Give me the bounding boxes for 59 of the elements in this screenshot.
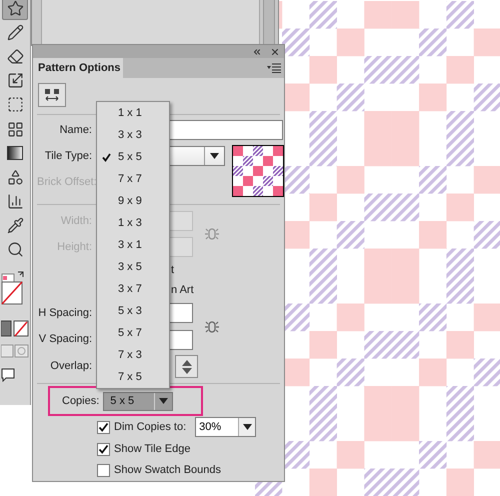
menu-item[interactable]: 1 x 1 [97, 102, 169, 124]
check-icon [98, 422, 109, 432]
star-icon [6, 0, 24, 17]
collapse-icon[interactable] [252, 46, 262, 56]
menu-item[interactable]: 5 x 7 [97, 322, 169, 344]
shapes-icon [6, 168, 24, 186]
field-label: Tile Type: [44, 148, 92, 164]
bar-chart-icon [6, 193, 24, 210]
field-label: H Spacing: [37, 306, 92, 321]
color-mode-icon [1, 320, 29, 338]
up-down-icon [182, 360, 192, 374]
field-label: V Spacing: [38, 332, 92, 348]
dim-percent-dropdown[interactable]: 30% [195, 417, 256, 437]
swatch-preview [232, 145, 284, 197]
gradient-icon [7, 146, 23, 160]
tile-edit-icon [43, 88, 61, 102]
menu-item[interactable]: 5 x 5 [97, 146, 169, 168]
overlap-button[interactable] [175, 355, 198, 378]
checkbox[interactable] [97, 464, 110, 477]
menu-item[interactable]: 3 x 3 [97, 124, 169, 146]
menu-item[interactable]: 7 x 5 [97, 366, 169, 388]
menu-item[interactable]: 7 x 7 [97, 168, 169, 190]
tool-button[interactable] [2, 0, 28, 20]
checkbox-label: Show Tile Edge [114, 442, 190, 458]
check-icon [98, 444, 109, 455]
link-icon [204, 226, 220, 242]
checkbox-label: Dim Copies to: [114, 420, 186, 435]
tile-tool-button[interactable] [38, 83, 66, 107]
close-icon[interactable] [270, 46, 280, 56]
checkbox-label: Show Swatch Bounds [114, 463, 222, 478]
grid-icon [6, 120, 24, 138]
scale-icon [6, 72, 24, 90]
menu-item[interactable]: 3 x 5 [97, 256, 169, 278]
link-icon [204, 318, 220, 334]
dropdown-arrow-icon [242, 424, 252, 430]
menu-item[interactable]: 1 x 3 [97, 212, 169, 234]
option-label: n Art [171, 282, 194, 298]
checkbox[interactable] [97, 443, 110, 456]
menu-item[interactable]: 3 x 1 [97, 234, 169, 256]
eyedropper-icon [6, 217, 24, 234]
screen-mode-icon [1, 368, 15, 382]
copies-dropdown[interactable]: 5 x 5 [103, 392, 174, 410]
eraser-icon [6, 48, 24, 65]
selection-icon [6, 96, 24, 114]
panel-menu-icon[interactable] [267, 63, 281, 73]
dropdown-arrow-icon [159, 398, 168, 404]
option-label: t [171, 262, 174, 278]
search-icon [6, 241, 24, 258]
pencil-icon [6, 24, 24, 41]
field-label: Name: [58, 122, 92, 138]
menu-item[interactable]: 7 x 3 [97, 344, 169, 366]
dropdown-arrow-icon [210, 153, 219, 159]
menu-item[interactable]: 5 x 3 [97, 300, 169, 322]
checkbox[interactable] [97, 420, 110, 434]
menu-item[interactable]: 3 x 7 [97, 278, 169, 300]
field-label: Copies: [62, 394, 100, 409]
panel-tab[interactable]: Pattern Options [33, 58, 123, 78]
menu-item[interactable]: 9 x 9 [97, 190, 169, 212]
field-label: Overlap: [49, 359, 92, 374]
